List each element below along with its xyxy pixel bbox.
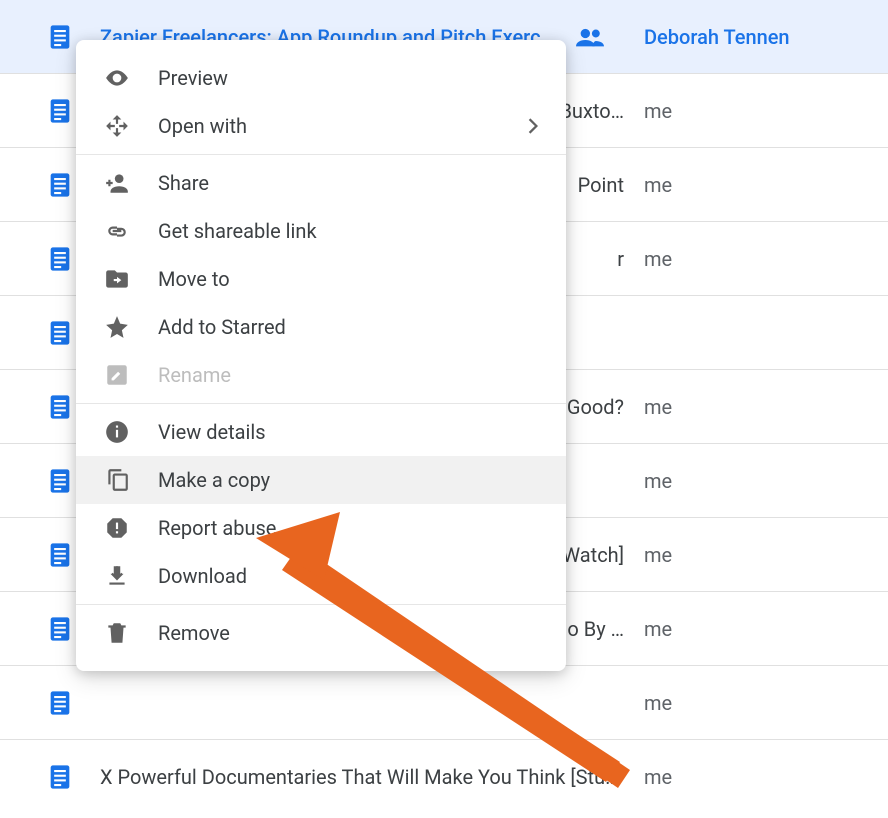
doc-icon (46, 763, 74, 791)
menu-label: Share (158, 171, 538, 195)
report-icon (104, 515, 130, 541)
trash-icon (104, 620, 130, 646)
menu-label: Remove (158, 621, 538, 645)
doc-icon (46, 689, 74, 717)
open-with-icon (104, 113, 130, 139)
doc-icon (46, 319, 74, 347)
menu-label: Download (158, 564, 538, 588)
menu-label: Report abuse (158, 516, 538, 540)
link-icon (104, 218, 130, 244)
download-icon (104, 563, 130, 589)
doc-icon (46, 171, 74, 199)
menu-label: Add to Starred (158, 315, 538, 339)
doc-icon (46, 97, 74, 125)
file-owner: me (644, 543, 864, 567)
file-owner: me (644, 691, 864, 715)
menu-label: Preview (158, 66, 538, 90)
menu-item-preview[interactable]: Preview (76, 54, 566, 102)
rename-icon (104, 362, 130, 388)
doc-icon (46, 23, 74, 51)
person-add-icon (104, 170, 130, 196)
star-icon (104, 314, 130, 340)
copy-icon (104, 467, 130, 493)
file-owner: me (644, 617, 864, 641)
menu-label: Move to (158, 267, 538, 291)
file-owner: me (644, 173, 864, 197)
menu-item-download[interactable]: Download (76, 552, 566, 600)
file-owner: me (644, 765, 864, 789)
menu-divider (76, 604, 566, 605)
chevron-right-icon (528, 118, 538, 134)
file-owner: me (644, 99, 864, 123)
doc-icon (46, 393, 74, 421)
menu-label: Open with (158, 114, 528, 138)
menu-label: Make a copy (158, 468, 538, 492)
file-row[interactable]: me (0, 666, 888, 740)
file-title: X Powerful Documentaries That Will Make … (100, 765, 644, 789)
doc-icon (46, 541, 74, 569)
shared-icon (576, 27, 604, 47)
menu-item-rename: Rename (76, 351, 566, 399)
context-menu: Preview Open with Share Get shareable li… (76, 40, 566, 671)
menu-item-remove[interactable]: Remove (76, 609, 566, 657)
file-owner: me (644, 247, 864, 271)
menu-item-view-details[interactable]: View details (76, 408, 566, 456)
menu-item-add-star[interactable]: Add to Starred (76, 303, 566, 351)
doc-icon (46, 245, 74, 273)
menu-label: Rename (158, 363, 538, 387)
menu-item-make-copy[interactable]: Make a copy (76, 456, 566, 504)
menu-item-move-to[interactable]: Move to (76, 255, 566, 303)
menu-label: View details (158, 420, 538, 444)
doc-icon (46, 615, 74, 643)
doc-icon (46, 467, 74, 495)
file-owner: Deborah Tennen (644, 25, 864, 49)
menu-item-get-link[interactable]: Get shareable link (76, 207, 566, 255)
info-icon (104, 419, 130, 445)
menu-item-report-abuse[interactable]: Report abuse (76, 504, 566, 552)
menu-divider (76, 403, 566, 404)
menu-label: Get shareable link (158, 219, 538, 243)
menu-item-open-with[interactable]: Open with (76, 102, 566, 150)
eye-icon (104, 65, 130, 91)
file-owner: me (644, 469, 864, 493)
menu-divider (76, 154, 566, 155)
menu-item-share[interactable]: Share (76, 159, 566, 207)
folder-move-icon (104, 266, 130, 292)
file-row[interactable]: X Powerful Documentaries That Will Make … (0, 740, 888, 814)
file-owner: me (644, 395, 864, 419)
